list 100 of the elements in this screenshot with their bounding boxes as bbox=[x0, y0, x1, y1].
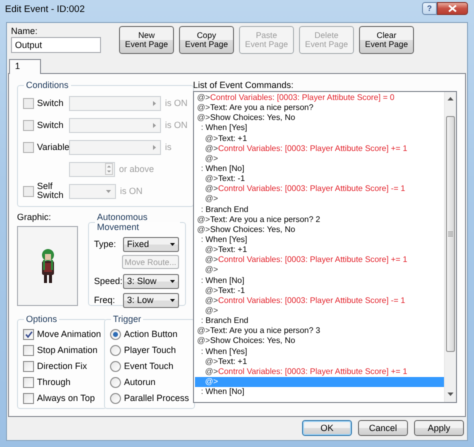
command-row[interactable]: @>Show Choices: Yes, No bbox=[195, 113, 444, 124]
close-icon bbox=[448, 5, 457, 12]
option-label: Move Animation bbox=[37, 329, 102, 339]
command-row[interactable]: @>Text: -1 bbox=[195, 174, 444, 184]
command-row[interactable]: @>Text: -1 bbox=[195, 286, 444, 296]
dropdown-arrow-icon bbox=[106, 190, 111, 192]
condition-suffix: is ON bbox=[165, 98, 188, 108]
option-label: Always on Top bbox=[37, 393, 95, 403]
event-page-button[interactable]: Copy Event Page bbox=[179, 26, 234, 54]
dropdown-arrow-icon bbox=[170, 298, 175, 302]
frequency-dropdown[interactable]: 3: Low bbox=[123, 292, 179, 308]
graphic-preview[interactable] bbox=[17, 226, 78, 306]
switch-field[interactable] bbox=[69, 96, 161, 110]
right-arrow-icon bbox=[153, 122, 156, 128]
checkbox[interactable] bbox=[23, 328, 34, 340]
down-arrow-icon bbox=[447, 392, 454, 397]
command-row[interactable]: @>Control Variables: [0003: Player Attibute Score] -= 1 bbox=[195, 296, 444, 306]
grip-icon bbox=[448, 231, 453, 237]
checkbox[interactable] bbox=[23, 142, 34, 152]
radio-button[interactable] bbox=[110, 376, 121, 388]
scrollbar-thumb[interactable] bbox=[446, 116, 455, 352]
checkbox[interactable] bbox=[23, 344, 34, 356]
command-row[interactable]: : When [No] bbox=[195, 387, 444, 398]
command-row[interactable]: : When [No] bbox=[195, 164, 444, 174]
event-page-button[interactable]: Clear Event Page bbox=[359, 26, 414, 54]
dialog-button[interactable]: Cancel bbox=[358, 420, 408, 436]
option-label: Stop Animation bbox=[37, 345, 98, 355]
checkbox[interactable] bbox=[23, 376, 34, 388]
group-title: Trigger bbox=[113, 314, 142, 324]
command-row[interactable]: : Branch End bbox=[195, 204, 444, 215]
character-figure bbox=[40, 248, 56, 284]
checkbox[interactable] bbox=[23, 98, 34, 108]
command-row[interactable]: @>Text: +1 bbox=[195, 245, 444, 256]
command-row[interactable]: @>Control Variables: [0003: Player Attibute Score] = 0 bbox=[195, 93, 444, 104]
close-button[interactable] bbox=[437, 2, 468, 15]
command-row[interactable]: @>Text: +1 bbox=[195, 134, 444, 144]
command-row[interactable]: : Branch End bbox=[195, 316, 444, 326]
checkbox[interactable] bbox=[23, 186, 34, 196]
condition-label: Self Switch bbox=[37, 182, 65, 200]
command-row[interactable]: : When [No] bbox=[195, 276, 444, 286]
dropdown-arrow-icon bbox=[170, 280, 175, 282]
command-row[interactable]: @> bbox=[195, 154, 444, 164]
graphic-label: Graphic: bbox=[17, 212, 52, 222]
page-tab[interactable]: 1 bbox=[9, 59, 41, 74]
window-title: Edit Event - ID:002 bbox=[5, 5, 85, 15]
checkbox[interactable] bbox=[23, 360, 34, 372]
command-row[interactable]: @> bbox=[195, 265, 444, 276]
right-arrow-icon bbox=[153, 144, 156, 150]
condition-suffix: is ON bbox=[165, 120, 188, 130]
condition-suffix: or above bbox=[119, 164, 154, 174]
command-row[interactable]: @>Control Variables: [0003: Player Attibute Score] += 1 bbox=[195, 366, 444, 377]
trigger-label: Autorun bbox=[124, 377, 156, 387]
group-title: Autonomous Movement bbox=[97, 212, 148, 232]
self-switch-dropdown[interactable] bbox=[69, 184, 116, 198]
speed-dropdown[interactable]: 3: Slow bbox=[123, 274, 179, 288]
checkbox[interactable] bbox=[23, 120, 34, 130]
command-row[interactable]: @> bbox=[195, 306, 444, 316]
command-row[interactable]: : When [Yes] bbox=[195, 234, 444, 246]
command-row[interactable]: @>Control Variables: [0003: Player Attibute Score] += 1 bbox=[195, 255, 444, 266]
command-row[interactable]: @> bbox=[195, 194, 444, 205]
command-row[interactable]: @>Control Variables: [0003: Player Attibute Score] += 1 bbox=[195, 144, 444, 154]
trigger-label: Event Touch bbox=[124, 361, 174, 371]
spin-arrows-icon bbox=[105, 163, 113, 175]
field-label: Freq: bbox=[94, 295, 116, 305]
trigger-label: Player Touch bbox=[124, 345, 176, 355]
event-page-button[interactable]: New Event Page bbox=[119, 26, 174, 54]
right-arrow-icon bbox=[153, 100, 156, 106]
command-row[interactable]: @>Text: Are you a nice person? 2 bbox=[195, 214, 444, 225]
variable-field[interactable] bbox=[69, 140, 161, 154]
command-row[interactable]: @>Show Choices: Yes, No bbox=[195, 336, 444, 347]
type-dropdown[interactable]: Fixed bbox=[123, 236, 179, 252]
help-button[interactable]: ? bbox=[422, 2, 437, 15]
command-row[interactable]: @>Show Choices: Yes, No bbox=[195, 224, 444, 235]
radio-button[interactable] bbox=[110, 344, 121, 356]
command-row[interactable]: @>Text: Are you a nice person? 3 bbox=[195, 326, 444, 336]
checkbox[interactable] bbox=[23, 392, 34, 404]
switch-field[interactable] bbox=[69, 118, 161, 132]
group-title: Options bbox=[26, 314, 58, 324]
scrollbar[interactable] bbox=[444, 92, 456, 402]
condition-label: Switch bbox=[37, 120, 65, 130]
field-label: Type: bbox=[94, 239, 118, 249]
trigger-label: Parallel Process bbox=[124, 393, 190, 403]
dialog-button[interactable]: OK bbox=[302, 420, 352, 436]
name-label: Name: bbox=[11, 26, 39, 36]
up-arrow-icon bbox=[447, 96, 454, 101]
condition-label: Switch bbox=[37, 98, 65, 108]
command-row[interactable]: @>Text: +1 bbox=[195, 356, 444, 367]
command-row[interactable]: @>Control Variables: [0003: Player Attibute Score] -= 1 bbox=[195, 184, 444, 194]
command-row[interactable]: : When [Yes] bbox=[195, 123, 444, 134]
radio-button[interactable] bbox=[110, 392, 121, 404]
option-label: Through bbox=[37, 377, 71, 387]
command-row[interactable]: @>Text: Are you a nice person? bbox=[195, 103, 444, 114]
group-title: Conditions bbox=[26, 80, 69, 90]
radio-button[interactable] bbox=[110, 360, 121, 372]
radio-button[interactable] bbox=[110, 328, 121, 340]
dialog-button[interactable]: Apply bbox=[414, 420, 464, 436]
dropdown-arrow-icon bbox=[170, 242, 175, 246]
condition-suffix: is ON bbox=[120, 186, 142, 196]
name-field[interactable]: Output bbox=[11, 37, 101, 53]
command-row[interactable]: : When [Yes] bbox=[195, 346, 444, 357]
